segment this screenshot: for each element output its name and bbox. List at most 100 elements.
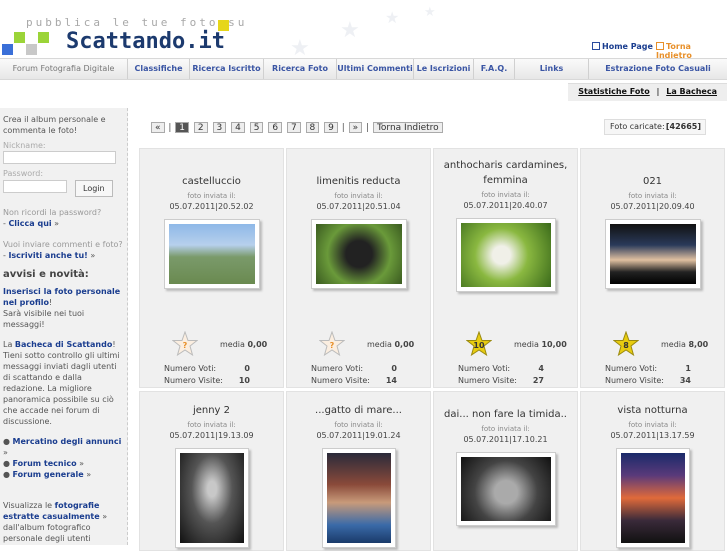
stats-link[interactable]: Statistiche Foto: [578, 87, 649, 96]
register-link[interactable]: Iscriviti anche tu!: [8, 251, 87, 260]
photo-date: 05.07.2011|13.17.59: [610, 431, 695, 440]
pager-page[interactable]: 9: [324, 122, 338, 133]
photo-card: dai... non fare la timida.. foto inviata…: [433, 391, 578, 551]
counter-value: [42665]: [665, 122, 701, 131]
pager-page[interactable]: 7: [286, 122, 301, 133]
rating-star-icon: 10: [466, 331, 492, 357]
media-label: media: [661, 340, 686, 349]
pager-first[interactable]: «: [151, 122, 165, 133]
general-forum-link[interactable]: Forum generale: [13, 470, 84, 479]
photo-thumbnail[interactable]: [604, 219, 701, 289]
photo-title[interactable]: ...gatto di mare...: [287, 403, 430, 418]
register-question: Vuoi inviare commenti e foto?: [3, 240, 123, 249]
star-decoration: ★: [385, 8, 400, 27]
star-decoration: ★: [290, 36, 310, 61]
votes-label: Numero Voti:: [311, 364, 364, 373]
photo-thumbnail[interactable]: [321, 448, 396, 548]
nav-item-iscrizioni[interactable]: Le Iscrizioni: [414, 59, 474, 79]
photo-thumbnail[interactable]: [455, 452, 556, 526]
photo-date: 05.07.2011|19.01.24: [316, 431, 401, 440]
photo-card: 021 foto inviata il: 05.07.2011|20.09.40…: [580, 148, 725, 388]
photo-thumbnail[interactable]: [174, 448, 249, 548]
photo-thumbnail[interactable]: [455, 218, 556, 292]
news-title: avvisi e novità:: [3, 269, 89, 280]
nickname-input[interactable]: [3, 151, 116, 164]
nav-item-ultimi-commenti[interactable]: Ultimi Commenti: [337, 59, 414, 79]
home-icon: [592, 42, 600, 50]
photo-title[interactable]: jenny 2: [140, 403, 283, 418]
counter-label: Foto caricate:: [610, 122, 665, 131]
nav-item-forum[interactable]: Forum Fotografia Digitale: [0, 59, 128, 79]
site-logo[interactable]: Scattando.it: [66, 29, 225, 54]
back-icon: [656, 42, 664, 50]
board-sidebar-link[interactable]: Bacheca di Scattando: [15, 340, 112, 349]
pager-page[interactable]: 8: [305, 122, 320, 133]
photo-card: jenny 2 foto inviata il: 05.07.2011|19.1…: [139, 391, 284, 551]
star-value: ?: [183, 341, 188, 350]
nickname-label: Nickname:: [3, 141, 46, 150]
random-text: dall'album fotografico personale degli u…: [3, 523, 91, 543]
votes-value: 0: [244, 364, 250, 373]
photo-title[interactable]: limenitis reducta: [287, 174, 430, 189]
pager-next[interactable]: »: [348, 122, 363, 133]
photo-thumbnail[interactable]: [615, 448, 690, 548]
pager-back[interactable]: Torna Indietro: [372, 122, 443, 133]
pager-page[interactable]: 3: [212, 122, 227, 133]
nav-item-links[interactable]: Links: [515, 59, 589, 79]
visits-label: Numero Visite:: [311, 376, 370, 385]
nav-item-ricerca-iscritto[interactable]: Ricerca Iscritto: [190, 59, 264, 79]
visits-value: 14: [385, 376, 397, 385]
star-value: 8: [623, 341, 629, 350]
board-link[interactable]: La Bacheca: [666, 87, 717, 96]
photo-title[interactable]: dai... non fare la timida..: [434, 407, 577, 422]
site-tagline: pubblica le tue foto su: [26, 16, 248, 29]
pagination: « | 1 2 3 4 5 6 7 8 9 | » | Torna Indiet…: [150, 122, 444, 133]
media-value: 8,00: [688, 340, 709, 349]
login-button[interactable]: Login: [75, 180, 113, 197]
media-value: 10,00: [541, 340, 567, 349]
visits-label: Numero Visite:: [458, 376, 517, 385]
main-nav: Forum Fotografia Digitale Classifiche Ri…: [0, 58, 727, 80]
sub-nav: Statistiche Foto | La Bacheca: [568, 83, 727, 101]
pager-page[interactable]: 4: [231, 122, 245, 133]
nav-item-faq[interactable]: F.A.Q.: [474, 59, 515, 79]
profile-photo-link[interactable]: Inserisci la foto personale nel profilo: [3, 287, 120, 307]
pager-page[interactable]: 5: [249, 122, 264, 133]
market-link[interactable]: Mercatino degli annunci: [13, 437, 122, 446]
photo-sent-label: foto inviata il:: [187, 192, 236, 200]
photo-date: 05.07.2011|19.13.09: [169, 431, 254, 440]
pager-page[interactable]: 2: [193, 122, 208, 133]
news-text: Sarà visibile nei tuoi messaggi!: [3, 309, 85, 329]
pager-page[interactable]: 1: [175, 122, 190, 133]
nav-item-estrazione[interactable]: Estrazione Foto Casuali: [589, 59, 727, 79]
photo-title[interactable]: 021: [581, 174, 724, 189]
photo-date: 05.07.2011|17.10.21: [463, 435, 548, 444]
votes-label: Numero Voti:: [605, 364, 658, 373]
photo-title[interactable]: vista notturna: [581, 403, 724, 418]
nav-item-ricerca-foto[interactable]: Ricerca Foto: [264, 59, 337, 79]
media-label: media: [514, 340, 539, 349]
board-pre: La: [3, 340, 13, 349]
votes-value: 0: [391, 364, 397, 373]
photo-card: ...gatto di mare... foto inviata il: 05.…: [286, 391, 431, 551]
star-decoration: ★: [424, 5, 436, 20]
password-label: Password:: [3, 169, 44, 178]
forgot-link[interactable]: Clicca qui: [8, 219, 51, 228]
votes-label: Numero Voti:: [458, 364, 511, 373]
home-link[interactable]: Home Page: [592, 42, 653, 51]
photo-thumbnail[interactable]: [310, 219, 407, 289]
board-text: Tieni sotto controllo gli ultimi messagg…: [3, 351, 120, 426]
nav-item-classifiche[interactable]: Classifiche: [128, 59, 190, 79]
votes-value: 1: [685, 364, 691, 373]
photo-card: castelluccio foto inviata il: 05.07.2011…: [139, 148, 284, 388]
pager-page[interactable]: 6: [268, 122, 283, 133]
home-link-label[interactable]: Home Page: [602, 42, 653, 51]
photo-counter: Foto caricate: [42665]: [604, 119, 706, 135]
password-input[interactable]: [3, 180, 67, 193]
photo-sent-label: foto inviata il:: [187, 421, 236, 429]
photo-title[interactable]: castelluccio: [140, 174, 283, 189]
photo-sent-label: foto inviata il:: [334, 421, 383, 429]
photo-thumbnail[interactable]: [163, 219, 260, 289]
photo-title[interactable]: anthocharis cardamines, femmina: [434, 158, 577, 188]
tech-forum-link[interactable]: Forum tecnico: [13, 459, 77, 468]
